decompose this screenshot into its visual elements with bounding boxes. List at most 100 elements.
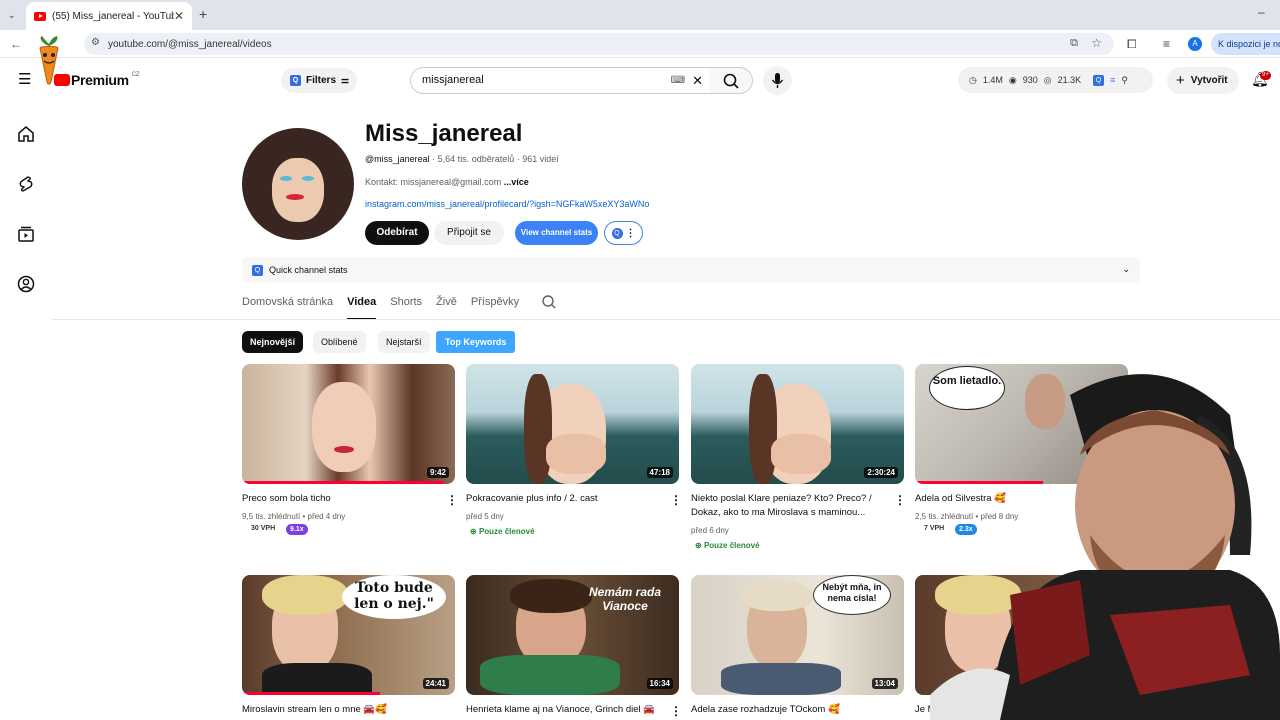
extension-q-icon[interactable]: Q [1093, 74, 1105, 86]
avatar-eye [280, 176, 292, 181]
thumb-hand [546, 434, 606, 474]
thumb-hair [510, 579, 592, 613]
thumb-hair [749, 374, 777, 484]
thumb-speech-bubble: Toto bude len o nej." [342, 575, 446, 619]
video-thumbnail[interactable]: Nemám rada Vianoce 16:34 [466, 575, 679, 695]
bookmark-star-icon[interactable]: ☆ [1091, 36, 1102, 50]
filters-button[interactable]: Q Filters ⚌ [281, 68, 357, 93]
cast-icon[interactable]: ⧉ [1070, 37, 1078, 50]
thumb-speech-text: Nemám rada Vianoce [588, 585, 662, 613]
chip-newest[interactable]: Nejnovější [242, 331, 304, 353]
members-only-badge: ⊕ Pouze členové [470, 527, 535, 536]
avatar-lips [286, 194, 304, 200]
list-icon[interactable]: ≡ [1110, 75, 1115, 85]
more-vertical-icon: ⋮ [625, 227, 636, 239]
thumb-clothes [480, 655, 620, 695]
video-title[interactable]: Niekto poslal Klare peniaze? Kto? Preco?… [691, 492, 881, 520]
video-thumbnail[interactable]: Toto bude len o nej." 24:41 [242, 575, 455, 695]
tab-live[interactable]: Živě [436, 292, 457, 320]
more-vertical-icon[interactable]: ⋮ [670, 493, 682, 507]
browser-tab[interactable]: (55) Miss_janereal - YouTube ✕ [26, 2, 192, 30]
more-vertical-icon[interactable]: ⋮ [446, 493, 458, 507]
video-duration: 24:41 [422, 678, 449, 689]
home-icon[interactable] [16, 124, 36, 144]
address-bar[interactable]: ⚙ youtube.com/@miss_janereal/videos ⧉ ☆ [84, 33, 1114, 55]
tab-shorts[interactable]: Shorts [390, 292, 422, 320]
video-thumbnail[interactable]: 2:30:24 [691, 364, 904, 484]
shorts-icon[interactable] [16, 174, 36, 194]
chip-top-keywords[interactable]: Top Keywords [436, 331, 516, 353]
magic-wand-icon[interactable]: ⚲ [1121, 75, 1128, 86]
channel-avatar[interactable] [242, 128, 354, 240]
youtube-premium-logo[interactable]: Premium CZ [50, 72, 140, 88]
subscribe-button[interactable]: Odebírat [365, 221, 429, 245]
sliders-icon: ⚌ [341, 75, 350, 85]
video-title[interactable]: Pokracovanie plus info / 2. cast [466, 492, 656, 506]
video-duration: 13:04 [871, 678, 898, 689]
video-thumbnail[interactable]: 9:42 [242, 364, 455, 484]
extension-menu-button[interactable]: Q ⋮ [604, 221, 643, 245]
tab-videos[interactable]: Videa [347, 292, 377, 320]
view-channel-stats-button[interactable]: View channel stats [515, 221, 598, 245]
extensions-icon[interactable]: ⧠ [1127, 37, 1137, 51]
keyboard-icon[interactable]: ⌨ [671, 68, 685, 93]
subscriptions-icon[interactable] [16, 224, 36, 244]
minimize-icon[interactable]: – [1258, 5, 1265, 19]
more-vertical-icon[interactable]: ⋮ [894, 493, 906, 507]
profile-avatar[interactable]: A [1188, 37, 1202, 51]
you-account-icon[interactable] [16, 274, 36, 294]
update-available-button[interactable]: K dispozici je nov [1211, 33, 1280, 55]
tab-posts[interactable]: Příspěvky [471, 292, 519, 320]
avatar-eye [302, 176, 314, 181]
eye-icon: ◉ [1008, 74, 1017, 85]
extension-stats-bar[interactable]: ◷ 1.4M ◉ 930 ◎ 21.3K Q ≡ ⚲ [958, 67, 1153, 93]
chip-popular[interactable]: Oblíbené [313, 331, 366, 353]
thumb-hand [771, 434, 831, 474]
video-meta: před 6 dny [691, 526, 729, 535]
video-thumbnail[interactable]: Nebýt mňa, in nema cisla! 13:04 [691, 575, 904, 695]
chip-oldest[interactable]: Nejstarší [378, 331, 430, 353]
quick-channel-stats-panel[interactable]: Q Quick channel stats ⌄ [242, 257, 1140, 283]
webcam-overlay [930, 374, 1280, 720]
video-title[interactable]: Henrieta klame aj na Vianoce, Grinch die… [466, 703, 656, 717]
join-button[interactable]: Připojit se [434, 221, 504, 245]
create-button[interactable]: + Vytvořit [1167, 67, 1239, 94]
channel-link[interactable]: instagram.com/miss_janereal/profilecard/… [365, 199, 649, 209]
site-info-icon[interactable]: ⚙ [91, 37, 100, 48]
members-icon: ⊕ [695, 541, 704, 550]
plus-icon: + [1176, 72, 1185, 89]
browser-toolbar: ← ⚙ youtube.com/@miss_janereal/videos ⧉ … [0, 30, 1280, 58]
more-vertical-icon[interactable]: ⋮ [670, 704, 682, 718]
microphone-icon [771, 73, 784, 88]
channel-description[interactable]: Kontakt: missjanereal@gmail.com ...více [365, 177, 529, 187]
video-duration: 9:42 [426, 467, 449, 478]
media-control-icon[interactable]: ≡ [1163, 37, 1170, 51]
eye-outline-icon: ◎ [1043, 74, 1052, 85]
watch-progress [242, 692, 381, 695]
chevron-down-icon[interactable]: ⌄ [1122, 264, 1130, 275]
search-button[interactable] [709, 67, 753, 94]
back-icon[interactable]: ← [10, 37, 22, 51]
channel-search-icon[interactable] [539, 292, 559, 312]
new-tab-icon[interactable]: + [199, 7, 207, 21]
video-thumbnail[interactable]: 47:18 [466, 364, 679, 484]
thumb-speech-bubble: Nebýt mňa, in nema cisla! [813, 575, 891, 615]
voice-search-button[interactable] [763, 66, 792, 95]
filters-label: Filters [306, 75, 337, 86]
close-tab-icon[interactable]: ✕ [174, 9, 184, 23]
notifications-badge: 9+ [1260, 71, 1271, 80]
logo-text: Premium [71, 72, 129, 88]
more-link[interactable]: ...více [504, 177, 529, 187]
stat-views-total: 21.3K [1057, 75, 1082, 85]
video-title[interactable]: Preco som bola ticho [242, 492, 432, 506]
clear-search-icon[interactable]: ✕ [692, 68, 703, 93]
search-input[interactable]: missjanereal ⌨ ✕ [410, 67, 710, 94]
video-title[interactable]: Adela zase rozhadzuje TOckom 🥰 [691, 703, 881, 717]
members-label: Pouze členové [703, 541, 760, 550]
create-label: Vytvořit [1190, 75, 1228, 86]
tab-search-icon[interactable]: ⌄ [8, 8, 16, 22]
video-title[interactable]: Miroslavin stream len o mne 🚘🥰 [242, 703, 432, 717]
thumb-hair [741, 581, 813, 611]
hamburger-menu-icon[interactable]: ☰ [18, 72, 31, 87]
tab-home[interactable]: Domovská stránka [242, 292, 333, 320]
